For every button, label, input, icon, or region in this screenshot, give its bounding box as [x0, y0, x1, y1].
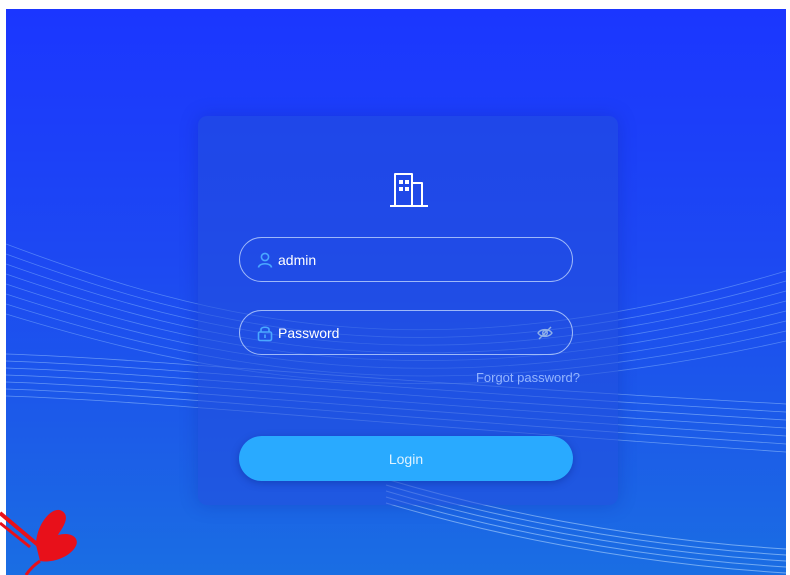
user-icon: [257, 252, 273, 268]
login-screen: Forgot password? Login: [6, 9, 786, 575]
password-field[interactable]: [239, 310, 573, 355]
password-input[interactable]: [278, 324, 536, 341]
eye-off-icon[interactable]: [536, 324, 554, 342]
forgot-password-link[interactable]: Forgot password?: [476, 370, 580, 385]
login-button[interactable]: Login: [239, 436, 573, 481]
lock-icon: [257, 325, 273, 341]
login-card: Forgot password? Login: [198, 116, 618, 505]
butterfly-icon: [0, 509, 77, 575]
username-input[interactable]: [278, 251, 572, 268]
username-field[interactable]: [239, 237, 573, 282]
building-icon: [390, 173, 428, 207]
